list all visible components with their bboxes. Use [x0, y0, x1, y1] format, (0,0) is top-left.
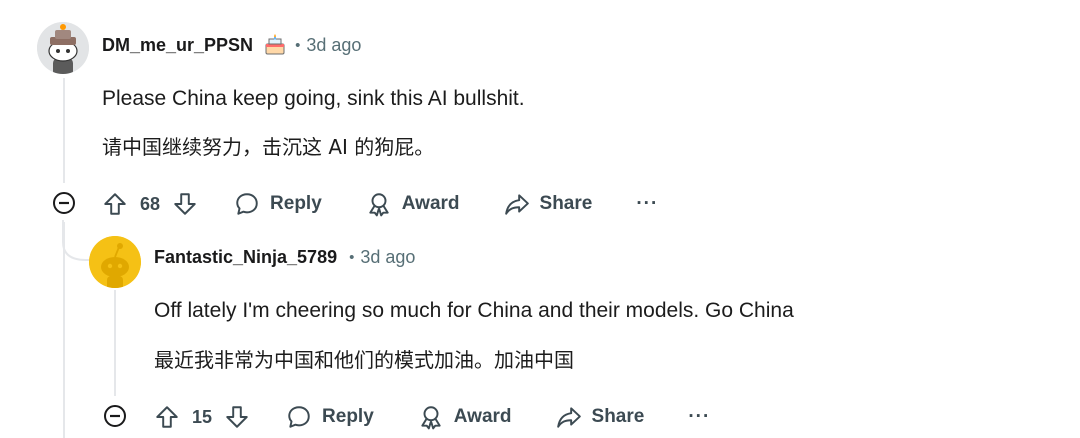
username[interactable]: Fantastic_Ninja_5789	[154, 247, 337, 268]
downvote-button[interactable]	[224, 404, 250, 430]
comment-actions: 68 Reply Award Share ···	[102, 184, 658, 224]
reply-icon	[236, 193, 258, 215]
upvote-button[interactable]	[102, 191, 128, 217]
comment-body-en: Please China keep going, sink this AI bu…	[102, 87, 525, 110]
more-options-button[interactable]: ···	[688, 406, 710, 428]
cake-icon	[265, 34, 285, 55]
upvote-icon	[156, 406, 178, 428]
more-options-icon: ···	[688, 406, 711, 427]
avatar[interactable]	[89, 236, 141, 288]
share-button[interactable]: Share	[504, 191, 593, 217]
snoo-avatar-icon	[89, 236, 141, 288]
vote-score: 15	[192, 406, 213, 427]
comment-body-zh: 最近我非常为中国和他们的模式加油。加油中国	[154, 348, 574, 372]
share-button[interactable]: Share	[556, 404, 645, 430]
comment-actions: 15 Reply Award Share ···	[154, 397, 710, 437]
award-label: Award	[453, 406, 512, 427]
downvote-icon	[174, 193, 196, 215]
separator-dot: •	[295, 36, 301, 54]
award-button[interactable]: Award	[366, 191, 460, 217]
username[interactable]: DM_me_ur_PPSN	[102, 35, 253, 56]
vote-score: 68	[140, 193, 161, 214]
downvote-icon	[226, 406, 248, 428]
comment-meta: Fantastic_Ninja_5789 • 3d ago	[154, 247, 415, 268]
award-button[interactable]: Award	[418, 404, 512, 430]
share-label: Share	[591, 406, 645, 427]
avatar[interactable]	[37, 22, 89, 74]
award-icon	[369, 193, 389, 217]
snoo-avatar-icon	[37, 22, 89, 74]
more-options-button[interactable]: ···	[636, 193, 658, 215]
collapse-icon[interactable]	[103, 404, 127, 428]
timestamp[interactable]: 3d ago	[360, 247, 415, 268]
comment-body-en: Off lately I'm cheering so much for Chin…	[154, 299, 794, 322]
reply-icon	[288, 406, 310, 428]
comment-meta: DM_me_ur_PPSN • 3d ago	[102, 33, 361, 57]
award-label: Award	[401, 193, 460, 214]
more-options-icon: ···	[636, 193, 659, 214]
thread-line-reply	[114, 290, 116, 396]
thread-line-main	[63, 78, 65, 183]
comment-body-zh: 请中国继续努力，击沉这 AI 的狗屁。	[102, 135, 435, 159]
reply-label: Reply	[322, 406, 374, 427]
reply-button[interactable]: Reply	[234, 191, 322, 217]
share-icon	[504, 194, 529, 215]
share-icon	[556, 407, 581, 428]
collapse-icon[interactable]	[52, 191, 76, 215]
award-icon	[421, 406, 441, 430]
separator-dot: •	[349, 249, 355, 266]
upvote-button[interactable]	[154, 404, 180, 430]
timestamp[interactable]: 3d ago	[306, 35, 361, 56]
upvote-icon	[104, 193, 126, 215]
share-label: Share	[539, 193, 593, 214]
downvote-button[interactable]	[172, 191, 198, 217]
reply-label: Reply	[270, 193, 322, 214]
reply-button[interactable]: Reply	[286, 404, 374, 430]
